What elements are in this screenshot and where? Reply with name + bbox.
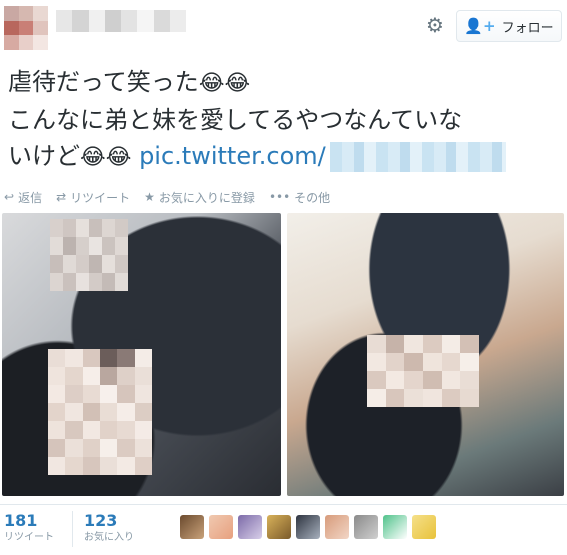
favoriter-avatars <box>180 515 436 539</box>
more-label: その他 <box>294 190 331 205</box>
tweet-line-1-text: 虐待だって笑った <box>8 68 199 96</box>
pixelated-face <box>48 349 152 475</box>
stat-divider <box>72 511 73 547</box>
tweet-header: ⚙ 👤+ フォロー <box>0 0 567 62</box>
attached-photo-2[interactable] <box>287 213 564 496</box>
tweet-stats: 181 リツイート 123 お気に入り <box>0 504 567 555</box>
tweet-actions: ↩ 返信 ⇄ リツイート ★ お気に入りに登録 ••• その他 <box>4 186 330 208</box>
avatar[interactable] <box>325 515 349 539</box>
follow-label: フォロー <box>501 20 554 36</box>
favorite-count-label: お気に入り <box>84 532 134 543</box>
tweet-line-3-text: いけど <box>8 142 80 170</box>
avatar[interactable] <box>4 6 48 50</box>
laughing-emoji: 😂😂 <box>80 145 132 170</box>
user-name-redacted[interactable] <box>56 10 186 32</box>
favorite-action[interactable]: ★ お気に入りに登録 <box>144 189 255 206</box>
avatar[interactable] <box>383 515 407 539</box>
star-icon: ★ <box>144 190 155 204</box>
tweet-line-3: いけど😂😂 pic.twitter.com/ <box>8 138 560 176</box>
favorite-count[interactable]: 123 お気に入り <box>84 511 134 545</box>
avatar[interactable] <box>296 515 320 539</box>
favorite-count-value: 123 <box>84 511 118 530</box>
tweet-line-2: こんなに弟と妹を愛してるやつなんていな <box>8 106 463 134</box>
laughing-emoji: 😂😂 <box>198 71 251 96</box>
avatar[interactable] <box>180 515 204 539</box>
reply-label: 返信 <box>18 190 43 205</box>
pic-link[interactable]: pic.twitter.com/ <box>139 142 326 170</box>
attached-photo-1[interactable] <box>2 213 281 496</box>
pixelated-face <box>367 335 479 407</box>
pic-link-redacted[interactable] <box>329 142 506 172</box>
avatar[interactable] <box>238 515 262 539</box>
retweet-count-value: 181 <box>4 511 38 530</box>
pixelated-face <box>50 219 128 291</box>
retweet-icon: ⇄ <box>56 190 67 204</box>
avatar[interactable] <box>412 515 436 539</box>
follow-button[interactable]: 👤+ フォロー <box>456 10 562 42</box>
more-action[interactable]: ••• その他 <box>269 189 330 206</box>
tweet-text: 虐待だって笑った😂😂 こんなに弟と妹を愛してるやつなんていな いけど😂😂 pic… <box>8 64 560 176</box>
retweet-label: リツイート <box>70 190 131 205</box>
reply-icon: ↩ <box>4 190 15 204</box>
gear-icon[interactable]: ⚙ <box>424 13 446 37</box>
retweet-count-label: リツイート <box>4 532 54 543</box>
favorite-label: お気に入りに登録 <box>158 190 255 205</box>
more-icon: ••• <box>268 190 291 204</box>
add-user-icon: 👤+ <box>464 17 496 35</box>
avatar[interactable] <box>209 515 233 539</box>
tweet-line-1: 虐待だって笑った😂😂 <box>8 64 560 102</box>
avatar[interactable] <box>267 515 291 539</box>
reply-action[interactable]: ↩ 返信 <box>4 189 42 206</box>
avatar[interactable] <box>354 515 378 539</box>
retweet-action[interactable]: ⇄ リツイート <box>56 189 130 206</box>
retweet-count[interactable]: 181 リツイート <box>4 511 54 545</box>
